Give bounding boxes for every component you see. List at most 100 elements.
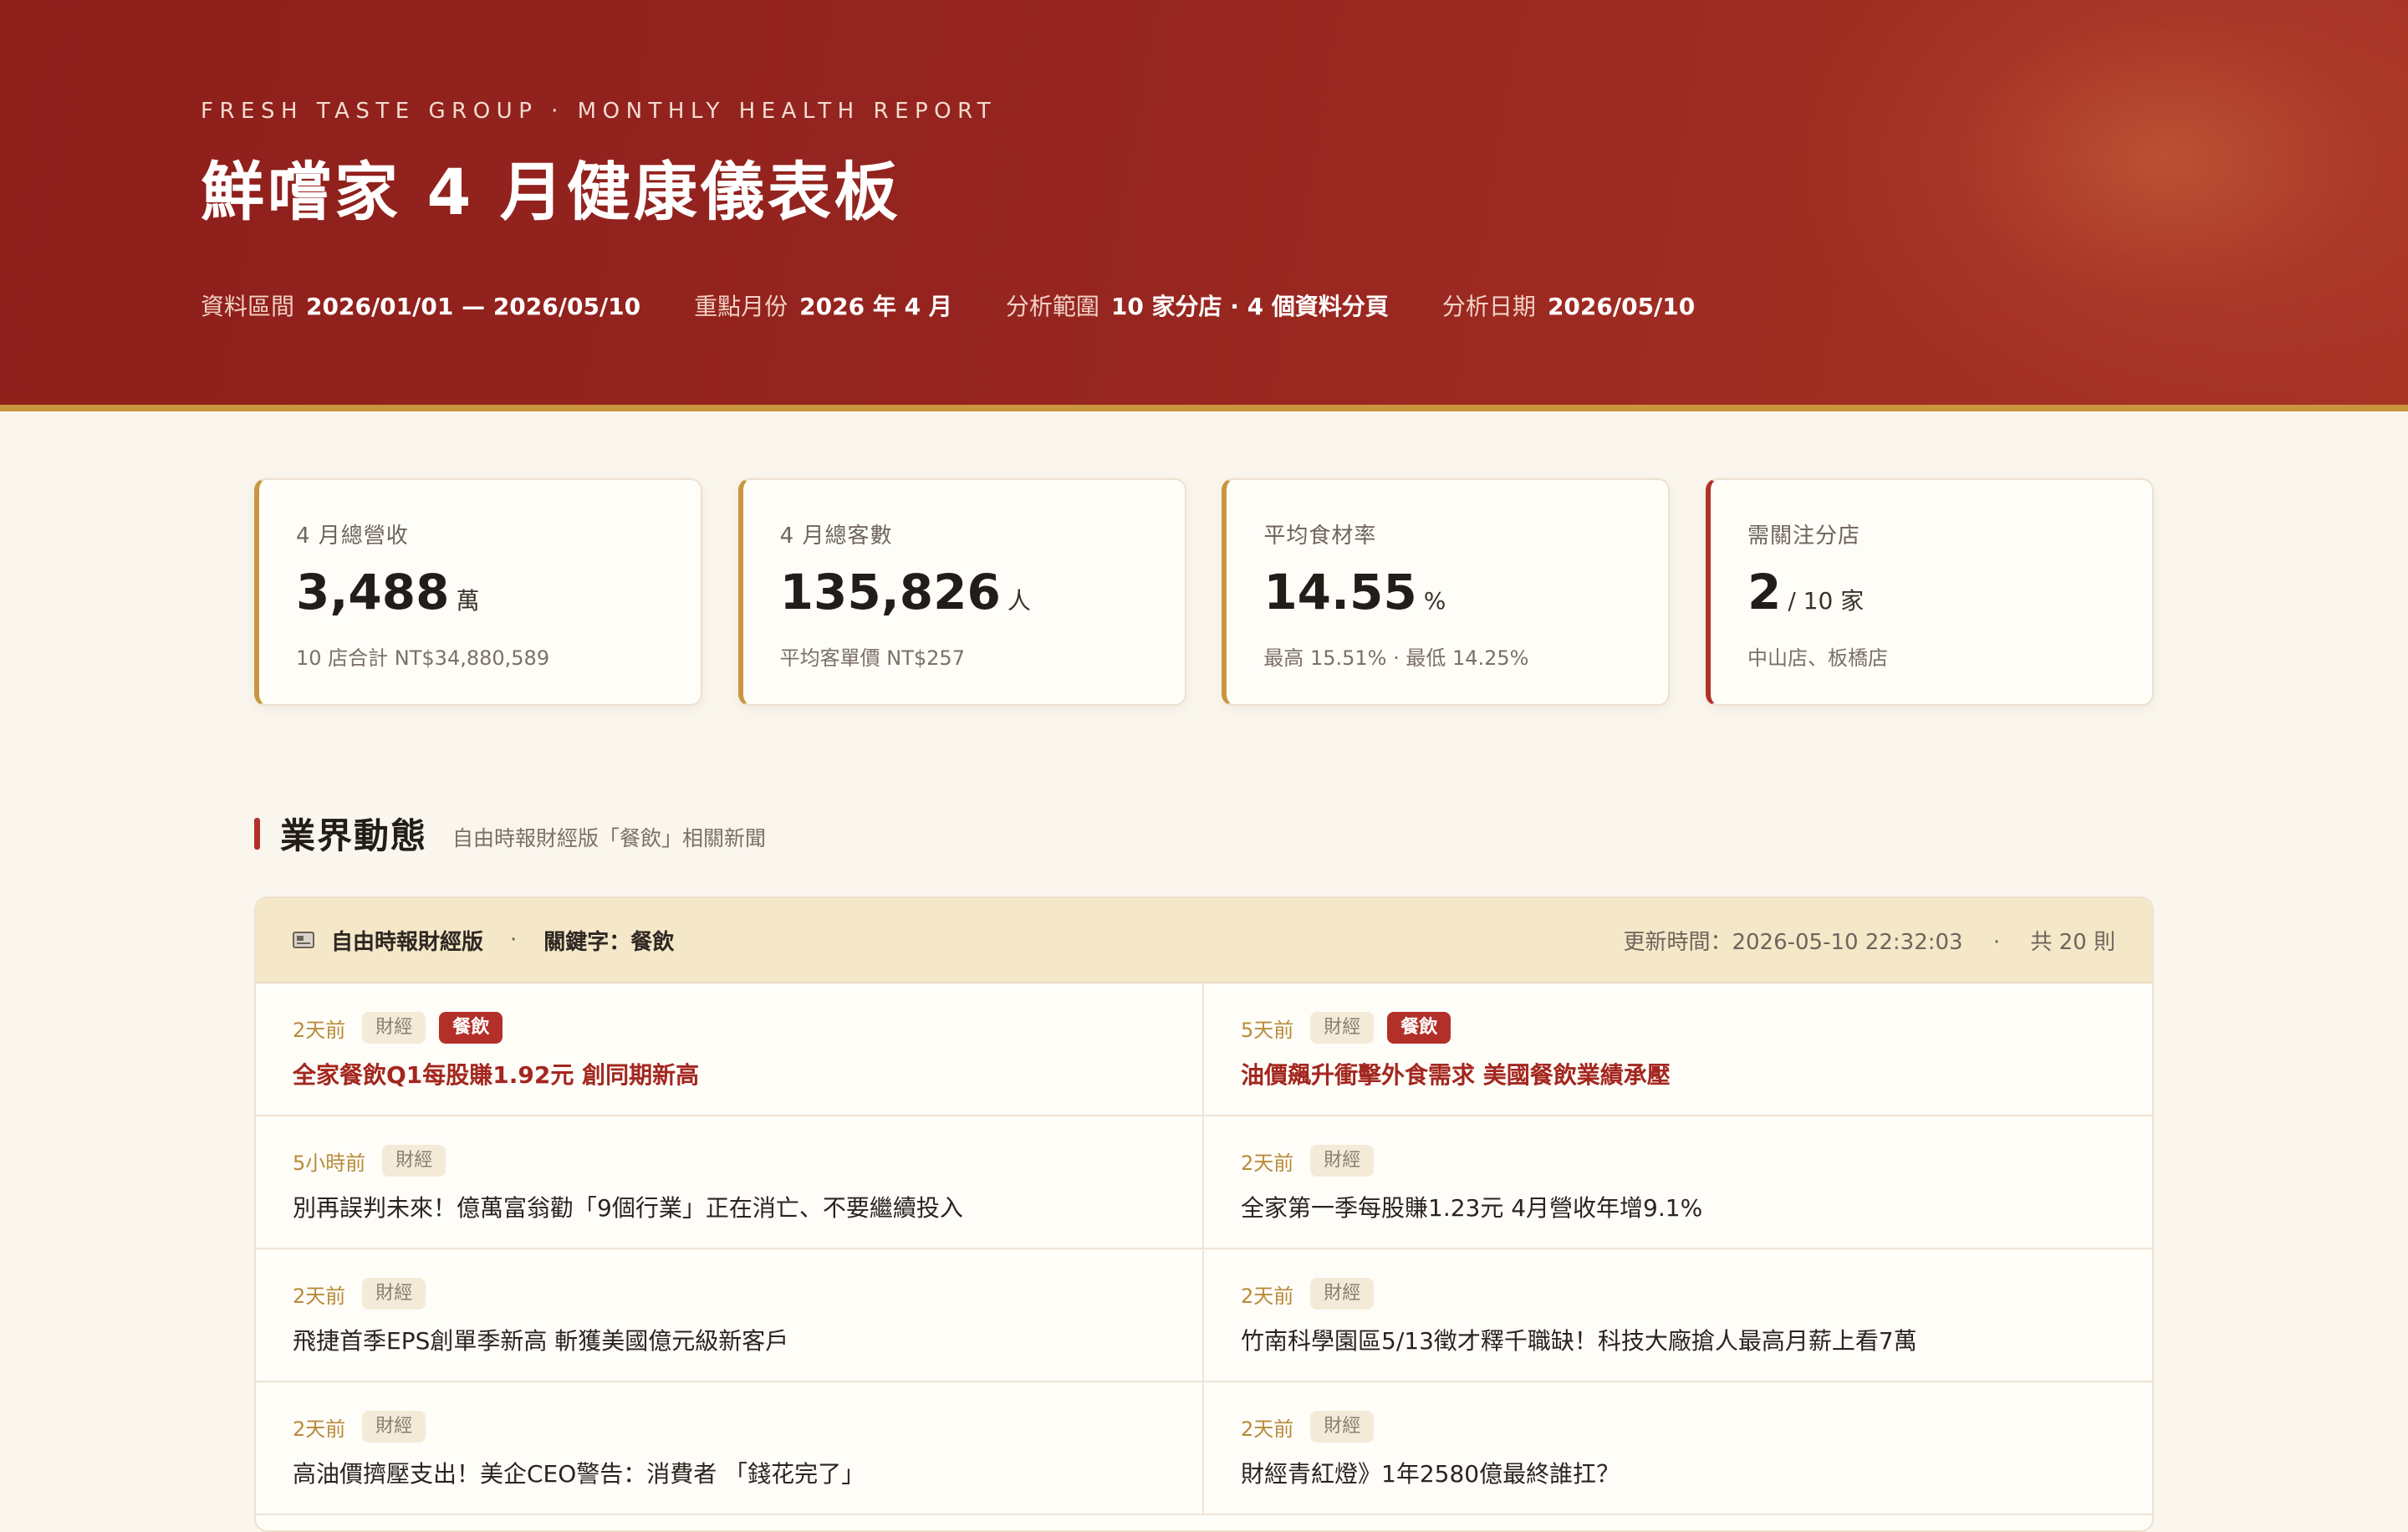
keyword-tag: 餐飲 <box>439 1012 503 1044</box>
kpi-unit: % <box>1423 587 1446 615</box>
news-item[interactable]: 2天前 財經 高油價擠壓支出！美企CEO警告：消費者 「錢花完了」 <box>256 1382 1204 1515</box>
kpi-label: 4 月總營收 <box>296 523 409 549</box>
news-title-link[interactable]: 竹南科學園區5/13徵才釋千職缺！科技大廠搶人最高月薪上看7萬 <box>1241 1323 2152 1356</box>
news-item[interactable]: 2天前 財經 餐飲 全家餐飲Q1每股賺1.92元 創同期新高 <box>256 983 1204 1116</box>
kpi-value-row: 2/ 10 家 <box>1747 568 2152 616</box>
news-panel: 自由時報財經版 · 關鍵字：餐飲 更新時間：2026-05-10 22:32:0… <box>254 896 2154 1532</box>
news-update-info: 更新時間：2026-05-10 22:32:03 · 共 20 則 <box>1623 925 2115 956</box>
section-title: 業界動態 <box>280 815 428 856</box>
meta-scope: 分析範圍 10 家分店 · 4 個資料分頁 <box>1006 289 1389 322</box>
meta-value: 2026/01/01 — 2026/05/10 <box>306 293 641 320</box>
category-tag: 財經 <box>1310 1278 1375 1310</box>
kpi-subtext: 平均客單價 NT$257 <box>779 646 965 670</box>
news-title-link[interactable]: 油價飆升衝擊外食需求 美國餐飲業績承壓 <box>1241 1057 2152 1090</box>
news-time: 2天前 <box>1241 1151 1294 1175</box>
category-tag: 財經 <box>382 1145 446 1177</box>
kpi-label: 平均食材率 <box>1263 523 1377 549</box>
news-source-info: 自由時報財經版 · 關鍵字：餐飲 <box>293 925 674 956</box>
separator-dot: · <box>1992 929 2001 955</box>
kpi-label: 需關注分店 <box>1747 523 1860 549</box>
news-source: 自由時報財經版 <box>331 929 484 955</box>
newspaper-icon <box>293 932 314 948</box>
kpi-value-row: 14.55% <box>1263 568 1668 616</box>
meta-label: 重點月份 <box>694 293 788 320</box>
meta-data-range: 資料區間 2026/01/01 — 2026/05/10 <box>201 289 640 322</box>
kpi-subtext: 中山店、板橋店 <box>1747 646 1888 670</box>
news-time: 2天前 <box>293 1284 346 1308</box>
kpi-label: 4 月總客數 <box>779 523 893 549</box>
keyword-tag: 餐飲 <box>1387 1012 1451 1044</box>
category-tag: 財經 <box>362 1278 426 1310</box>
section-subtitle: 自由時報財經版「餐飲」相關新聞 <box>452 825 767 850</box>
news-count: 共 20 則 <box>2030 929 2115 955</box>
news-keyword: 關鍵字：餐飲 <box>543 929 675 955</box>
category-tag: 財經 <box>1310 1411 1375 1443</box>
news-item-meta: 2天前 財經 <box>293 1407 1202 1446</box>
header-eyebrow: FRESH TASTE GROUP · MONTHLY HEALTH REPOR… <box>201 99 997 124</box>
news-item-meta: 5小時前 財經 <box>293 1141 1202 1180</box>
news-item-meta: 2天前 財經 <box>1241 1274 2152 1313</box>
news-title-link[interactable]: 高油價擠壓支出！美企CEO警告：消費者 「錢花完了」 <box>293 1456 1202 1489</box>
kpi-unit: / 10 家 <box>1788 587 1865 615</box>
kpi-subtext: 最高 15.51% · 最低 14.25% <box>1263 646 1529 670</box>
header-glow <box>1789 0 2408 405</box>
news-item-meta: 2天前 財經 <box>1241 1141 2152 1180</box>
news-item[interactable]: 2天前 財經 全家第一季每股賺1.23元 4月營收年增9.1% <box>1204 1116 2152 1249</box>
kpi-unit: 人 <box>1007 587 1031 615</box>
meta-label: 資料區間 <box>201 293 295 320</box>
kpi-card-customers: 4 月總客數 135,826 人 平均客單價 NT$257 <box>737 478 1186 706</box>
report-meta: 資料區間 2026/01/01 — 2026/05/10 重點月份 2026 年 4… <box>201 289 1748 322</box>
category-tag: 財經 <box>362 1411 426 1443</box>
news-title-link[interactable]: 別再誤判未來！億萬富翁勸「9個行業」正在消亡、不要繼續投入 <box>293 1190 1202 1223</box>
category-tag: 財經 <box>1310 1145 1375 1177</box>
kpi-cards: 4 月總營收 3,488 萬 10 店合計 NT$34,880,589 4 月總客… <box>254 478 2154 706</box>
section-accent-bar <box>254 817 260 850</box>
news-item[interactable]: 2天前 財經 財經青紅燈》1年2580億最終誰扛？ <box>1204 1382 2152 1515</box>
news-item-meta: 2天前 財經 <box>293 1274 1202 1313</box>
news-item-meta: 2天前 財經 <box>1241 1407 2152 1446</box>
news-title-link[interactable]: 全家第一季每股賺1.23元 4月營收年增9.1% <box>1241 1190 2152 1223</box>
report-header: FRESH TASTE GROUP · MONTHLY HEALTH REPOR… <box>0 0 2408 411</box>
category-tag: 財經 <box>362 1012 426 1044</box>
kpi-value: 2 <box>1747 564 1782 620</box>
news-time: 2天前 <box>293 1417 346 1441</box>
news-title-link[interactable]: 財經青紅燈》1年2580億最終誰扛？ <box>1241 1456 2152 1489</box>
kpi-value-row: 3,488 萬 <box>296 568 701 616</box>
news-time: 2天前 <box>1241 1284 1294 1308</box>
kpi-value-row: 135,826 人 <box>780 568 1185 616</box>
kpi-subtext: 10 店合計 NT$34,880,589 <box>296 646 550 670</box>
meta-label: 分析範圍 <box>1005 293 1099 320</box>
news-time: 2天前 <box>1241 1417 1294 1441</box>
news-time: 5小時前 <box>293 1151 366 1175</box>
page-title: 鮮嚐家 4 月健康儀表板 <box>201 155 901 229</box>
separator-dot: · <box>510 927 518 952</box>
news-item[interactable]: 5天前 財經 餐飲 油價飆升衝擊外食需求 美國餐飲業績承壓 <box>1204 983 2152 1116</box>
kpi-value: 3,488 <box>296 564 450 620</box>
news-list: 2天前 財經 餐飲 全家餐飲Q1每股賺1.92元 創同期新高 5天前 財經 餐飲… <box>256 983 2152 1515</box>
meta-value: 2026/05/10 <box>1547 293 1696 320</box>
section-header-industry-news: 業界動態 自由時報財經版「餐飲」相關新聞 <box>254 808 766 859</box>
kpi-card-attention-stores: 需關注分店 2/ 10 家 中山店、板橋店 <box>1705 478 2154 706</box>
kpi-unit: 萬 <box>456 587 480 615</box>
news-time: 5天前 <box>1241 1018 1294 1042</box>
news-updated-time: 更新時間：2026-05-10 22:32:03 <box>1623 929 1963 955</box>
news-item[interactable]: 5小時前 財經 別再誤判未來！億萬富翁勸「9個行業」正在消亡、不要繼續投入 <box>256 1116 1204 1249</box>
kpi-card-food-cost: 平均食材率 14.55% 最高 15.51% · 最低 14.25% <box>1222 478 1671 706</box>
news-item[interactable]: 2天前 財經 飛捷首季EPS創單季新高 斬獲美國億元級新客戶 <box>256 1249 1204 1382</box>
meta-analysis-date: 分析日期 2026/05/10 <box>1442 289 1695 322</box>
news-item-meta: 5天前 財經 餐飲 <box>1241 1009 2152 1047</box>
news-title-link[interactable]: 飛捷首季EPS創單季新高 斬獲美國億元級新客戶 <box>293 1323 1202 1356</box>
meta-focus-month: 重點月份 2026 年 4 月 <box>694 289 952 322</box>
kpi-card-revenue: 4 月總營收 3,488 萬 10 店合計 NT$34,880,589 <box>254 478 702 706</box>
news-item[interactable]: 2天前 財經 竹南科學園區5/13徵才釋千職缺！科技大廠搶人最高月薪上看7萬 <box>1204 1249 2152 1382</box>
news-time: 2天前 <box>293 1018 346 1042</box>
meta-value: 10 家分店 · 4 個資料分頁 <box>1110 293 1389 320</box>
kpi-value: 14.55 <box>1263 564 1417 620</box>
category-tag: 財經 <box>1310 1012 1375 1044</box>
kpi-value: 135,826 <box>779 564 1001 620</box>
news-item-meta: 2天前 財經 餐飲 <box>293 1009 1202 1047</box>
meta-label: 分析日期 <box>1441 293 1536 320</box>
news-panel-header: 自由時報財經版 · 關鍵字：餐飲 更新時間：2026-05-10 22:32:0… <box>256 898 2152 983</box>
news-title-link[interactable]: 全家餐飲Q1每股賺1.92元 創同期新高 <box>293 1057 1202 1090</box>
meta-value: 2026 年 4 月 <box>799 293 952 320</box>
